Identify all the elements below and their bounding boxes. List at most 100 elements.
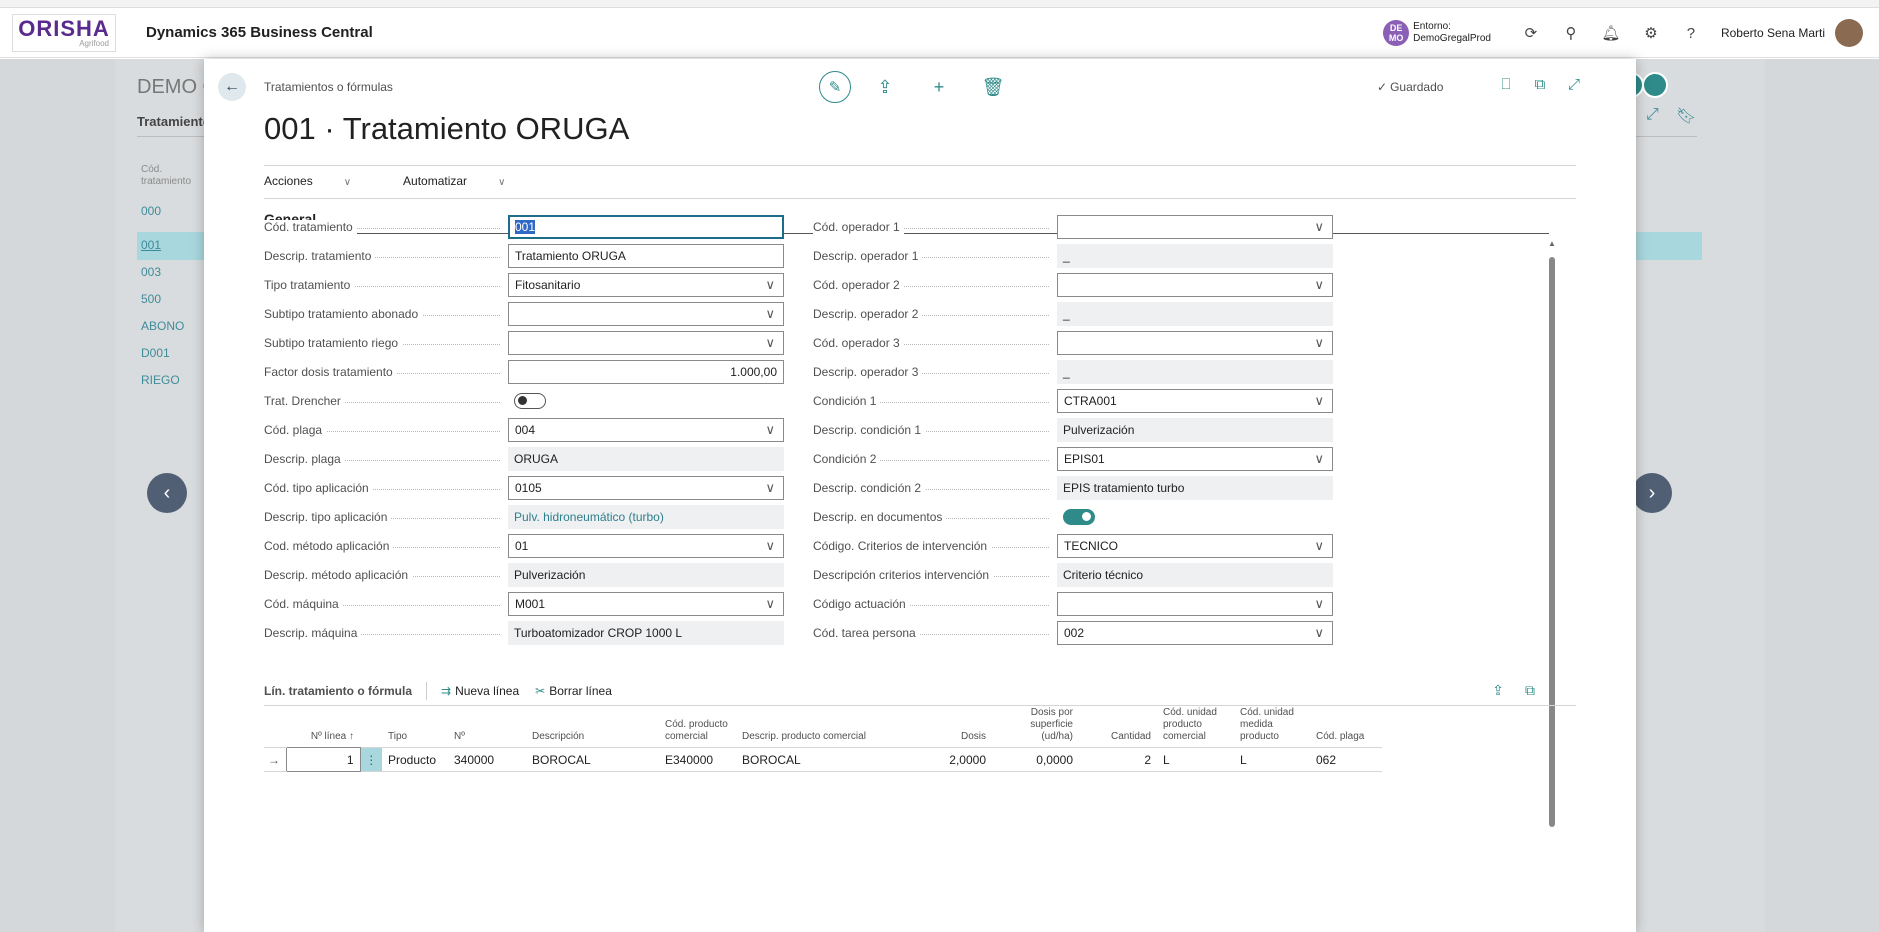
column-header[interactable]: Dosis [918,707,992,748]
background-row[interactable]: ABONO [141,319,184,333]
lines-title[interactable]: Lín. tratamiento o fórmula [264,684,412,698]
environment-label[interactable]: Entorno: DemoGregalProd [1413,21,1491,45]
user-name[interactable]: Roberto Sena Marti [1721,26,1825,40]
bookmark-icon[interactable]: 🔖︎ [1676,106,1696,126]
search-icon[interactable]: ⚲ [1551,24,1591,42]
field-cod-tipo-aplicacion: Cód. tipo aplicación 0105 ∨ [264,476,784,500]
column-header[interactable]: Descripción [526,707,659,748]
cod-tipo-aplicacion-select[interactable]: 0105 ∨ [508,476,784,500]
table-cell[interactable]: 2 [1079,747,1157,772]
cod-plaga-select[interactable]: 004 ∨ [508,418,784,442]
column-header[interactable]: Cód. unidad producto comercial [1157,707,1234,748]
field-cod-maquina: Cód. máquina M001 ∨ [264,592,784,616]
column-header[interactable]: Nº [448,707,526,748]
open-new-window-icon[interactable]: ⧉ [1514,682,1546,699]
bell-icon[interactable]: 🔔︎ [1591,24,1631,42]
background-row[interactable]: 003 [141,265,161,279]
table-cell[interactable]: 062 [1310,747,1382,772]
condicion-2-select[interactable]: EPIS01 ∨ [1057,447,1333,471]
divider [264,165,1576,166]
codigo-actuacion-select[interactable]: ∨ [1057,592,1333,616]
descrip-tratamiento-input[interactable]: Tratamiento ORUGA [508,244,784,268]
field-cod-tarea-persona: Cód. tarea persona 002 ∨ [813,621,1333,645]
field-descrip-tratamiento: Descrip. tratamiento Tratamiento ORUGA [264,244,784,268]
edit-button[interactable]: ✎ [819,71,851,103]
breadcrumb: Tratamientos o fórmulas [264,80,393,94]
help-icon[interactable]: ? [1671,25,1711,42]
menu-acciones[interactable]: Acciones ∨ [264,174,377,188]
chevron-down-icon: ∨ [765,335,775,350]
descrip-plaga-value: ORUGA [508,447,784,471]
background-row[interactable]: RIEGO [141,373,180,387]
gear-icon[interactable]: ⚙ [1631,24,1671,42]
criterios-intervencion-select[interactable]: TECNICO ∨ [1057,534,1333,558]
new-line-button[interactable]: ⇉ Nueva línea [441,684,519,698]
column-header[interactable]: Cód. plaga [1310,707,1382,748]
bookmark-icon[interactable]: ⎕ [1489,76,1523,93]
table-cell[interactable]: 340000 [448,747,526,772]
table-cell[interactable]: BOROCAL [736,747,918,772]
share-icon[interactable]: ⇪ [865,77,905,98]
cod-metodo-aplicacion-select[interactable]: 01 ∨ [508,534,784,558]
column-header[interactable]: Tipo [382,707,448,748]
background-row[interactable]: 500 [141,292,161,306]
subtipo-abonado-select[interactable]: ∨ [508,302,784,326]
background-row[interactable]: D001 [141,346,170,360]
table-cell[interactable]: Producto [382,747,448,772]
delete-line-button[interactable]: ✂ Borrar línea [535,684,612,698]
share-icon[interactable]: ⇪ [1482,682,1514,699]
cod-operador-3-select[interactable]: ∨ [1057,331,1333,355]
back-button[interactable]: ← [218,73,246,101]
table-cell[interactable]: E340000 [659,747,736,772]
field-cod-operador-1: Cód. operador 1 ∨ [813,215,1333,239]
previous-record-button[interactable]: ‹ [147,473,187,513]
condicion-1-select[interactable]: CTRA001 ∨ [1057,389,1333,413]
table-cell[interactable]: 1 [285,747,361,772]
trat-drencher-toggle[interactable] [514,393,546,409]
field-cod-tratamiento: Cód. tratamiento 001 [264,215,784,239]
cod-tratamiento-input[interactable]: 001 [508,215,784,239]
cod-tarea-persona-select[interactable]: 002 ∨ [1057,621,1333,645]
environment-badge[interactable]: DE MO [1383,20,1410,46]
subtipo-riego-select[interactable]: ∨ [508,331,784,355]
avatar[interactable] [1835,19,1863,47]
column-header[interactable]: Cantidad [1079,707,1157,748]
column-header[interactable]: Dosis por superficie (ud/ha) [992,707,1079,748]
scrollbar-thumb[interactable] [1549,257,1555,827]
factor-dosis-input[interactable]: 1.000,00 [508,360,784,384]
descrip-en-documentos-toggle[interactable] [1063,509,1095,525]
scroll-up-icon[interactable]: ▲ [1548,239,1556,248]
cod-maquina-select[interactable]: M001 ∨ [508,592,784,616]
column-header[interactable]: Nº línea ↑ [286,707,360,748]
column-header[interactable]: Cód. producto comercial [659,707,736,748]
app-name[interactable]: Dynamics 365 Business Central [146,24,373,41]
background-row[interactable]: 001 [141,238,161,252]
arrow-left-icon: ← [224,78,240,95]
descrip-tipo-aplicacion-link[interactable]: Pulv. hidroneumático (turbo) [508,505,784,529]
background-row[interactable]: 000 [141,204,161,218]
next-record-button[interactable]: › [1632,473,1672,513]
table-row[interactable]: → 1 ⋮ Producto 340000 BOROCAL E340000 BO… [264,747,1382,772]
table-cell[interactable]: 2,0000 [918,747,992,772]
row-actions-icon[interactable]: ⋮ [360,747,382,772]
expand-icon[interactable]: ⤢ [1557,76,1591,93]
add-icon[interactable]: + [919,77,959,98]
company-logo[interactable]: ORISHA Agrifood [12,13,116,52]
open-new-window-icon[interactable]: ⧉ [1523,76,1557,93]
scrollbar[interactable]: ▲ [1548,239,1556,829]
table-cell[interactable]: BOROCAL [526,747,659,772]
cod-operador-1-select[interactable]: ∨ [1057,215,1333,239]
delete-icon[interactable]: 🗑︎ [973,77,1013,98]
table-cell[interactable]: 0,0000 [992,747,1079,772]
record-card-dialog: ← Tratamientos o fórmulas ✎ ⇪ + 🗑︎ ✓ Guar… [204,59,1636,932]
cod-operador-2-select[interactable]: ∨ [1057,273,1333,297]
table-cell[interactable]: L [1157,747,1234,772]
descripcion-criterios-value: Criterio técnico [1057,563,1333,587]
column-header[interactable]: Descrip. producto comercial [736,707,918,748]
menu-automatizar[interactable]: Automatizar ∨ [403,174,531,188]
copilot-icon[interactable]: ⟳ [1511,24,1551,42]
table-cell[interactable]: L [1234,747,1310,772]
tipo-tratamiento-select[interactable]: Fitosanitario ∨ [508,273,784,297]
column-header[interactable]: Cód. unidad medida producto [1234,707,1310,748]
expand-icon[interactable]: ⤢ [1646,106,1659,124]
